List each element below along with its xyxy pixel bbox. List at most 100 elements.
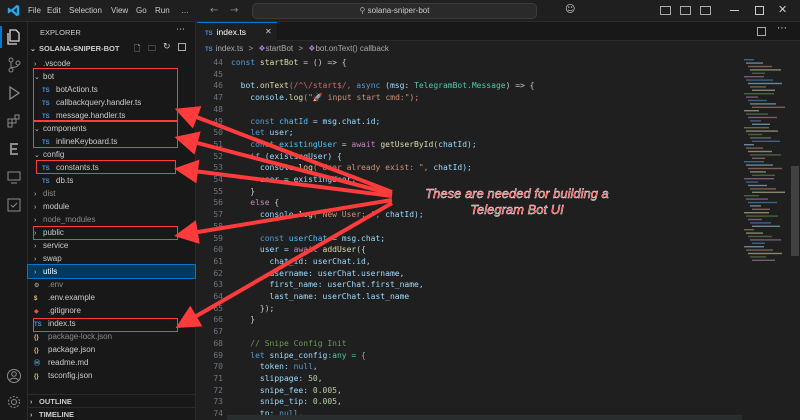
minimap-line xyxy=(746,164,773,166)
tree-item-label: db.ts xyxy=(56,176,74,185)
minimap-line xyxy=(746,62,763,64)
tree-file[interactable]: TS callbackquery.handler.ts xyxy=(28,96,195,109)
breadcrumb-file[interactable]: index.ts xyxy=(216,44,244,53)
tree-file[interactable]: {} tsconfig.json xyxy=(28,369,195,382)
close-icon[interactable]: ✕ xyxy=(778,3,787,16)
tree-folder[interactable]: › dist xyxy=(28,187,195,200)
tree-file[interactable]: ⚙ .env xyxy=(28,278,195,291)
tree-folder[interactable]: › .vscode xyxy=(28,57,195,70)
settings-gear-icon[interactable] xyxy=(6,394,22,410)
tree-file[interactable]: ◆ .gitignore xyxy=(28,304,195,317)
current-line-highlight xyxy=(227,415,742,420)
tree-folder[interactable]: › utils xyxy=(27,264,196,279)
minimap-line xyxy=(746,147,763,149)
code-token: = msg.chat; xyxy=(327,233,386,243)
ts-file-icon: TS xyxy=(205,31,213,37)
scrollbar-thumb[interactable] xyxy=(791,166,799,256)
minimap-line xyxy=(746,198,768,200)
code-token: let xyxy=(231,128,270,138)
tree-file[interactable]: {} package.json xyxy=(28,343,195,356)
breadcrumb-item-startbot[interactable]: startBot xyxy=(266,44,294,53)
collapse-all-icon[interactable] xyxy=(178,43,186,51)
layout-secondary-icon[interactable] xyxy=(700,6,711,15)
tree-folder[interactable]: ⌄ bot xyxy=(28,70,195,83)
minimize-icon[interactable] xyxy=(730,10,739,11)
explorer-more-icon[interactable]: ⋯ xyxy=(176,25,185,35)
tree-folder[interactable]: › public xyxy=(28,226,195,239)
tree-file[interactable]: TS db.ts xyxy=(28,174,195,187)
refresh-icon[interactable]: ↻ xyxy=(163,42,171,52)
account-icon[interactable] xyxy=(6,368,22,384)
tree-file[interactable]: Ⓜreadme.md xyxy=(28,356,195,369)
run-debug-icon[interactable] xyxy=(6,85,22,101)
explorer-icon[interactable] xyxy=(6,29,22,45)
code-token: } xyxy=(231,315,256,325)
minimap-line xyxy=(746,79,773,81)
menu-go[interactable]: Go xyxy=(136,0,147,22)
layout-panel-icon[interactable] xyxy=(680,6,691,15)
timeline-section[interactable]: › TIMELINE xyxy=(28,407,195,420)
vertical-scrollbar[interactable] xyxy=(790,56,800,420)
minimap-line xyxy=(750,222,771,224)
code-token: log xyxy=(298,163,313,173)
tree-folder[interactable]: ⌄ config xyxy=(28,148,195,161)
tree-file[interactable]: TS index.ts xyxy=(28,317,195,330)
line-number: 53 xyxy=(213,163,223,173)
tree-folder[interactable]: › swap xyxy=(28,252,195,265)
tree-folder[interactable]: ⌄ components xyxy=(28,122,195,135)
tree-item-label: index.ts xyxy=(48,319,76,328)
code-token: (/^\/start$/, xyxy=(288,81,357,91)
editor-more-icon[interactable]: ⋯ xyxy=(777,23,787,34)
accounts-e-icon[interactable] xyxy=(6,141,22,157)
menu-edit[interactable]: Edit xyxy=(47,0,61,22)
tree-file[interactable]: TS botAction.ts xyxy=(28,83,195,96)
extensions-icon[interactable] xyxy=(6,113,22,129)
minimap-line xyxy=(748,65,772,68)
activity-bar xyxy=(0,22,28,420)
copilot-icon[interactable]: ☺ xyxy=(565,4,575,15)
line-number: 66 xyxy=(213,315,223,325)
tree-folder[interactable]: › node_modules xyxy=(28,213,195,226)
nav-back-icon[interactable]: ← xyxy=(210,5,218,16)
code-token: chatId xyxy=(279,116,309,126)
code-line: const chatId = msg.chat.id; xyxy=(231,117,380,126)
new-file-icon[interactable]: 🗋 xyxy=(134,43,140,57)
line-number: 51 xyxy=(213,139,223,149)
tree-folder[interactable]: › service xyxy=(28,239,195,252)
tree-file[interactable]: $ .env.example xyxy=(28,291,195,304)
code-token: = msg.chat.id; xyxy=(308,116,381,126)
tree-file[interactable]: TS message.handler.ts xyxy=(28,109,195,122)
code-line: // Snipe Config Init xyxy=(231,339,346,348)
tab-index-ts[interactable]: TS index.ts ✕ xyxy=(197,22,277,41)
minimap[interactable] xyxy=(742,56,788,420)
maximize-icon[interactable] xyxy=(755,6,764,15)
testing-icon[interactable] xyxy=(6,197,22,213)
tree-folder[interactable]: › module xyxy=(28,200,195,213)
menu-view[interactable]: View xyxy=(111,0,128,22)
minimap-line xyxy=(750,171,766,173)
menu-more[interactable]: … xyxy=(181,0,189,22)
code-token: userChat xyxy=(288,233,328,243)
minimap-line xyxy=(744,178,774,180)
remote-explorer-icon[interactable] xyxy=(6,169,22,185)
tab-close-icon[interactable]: ✕ xyxy=(265,23,272,41)
tree-file[interactable]: TS constants.ts xyxy=(28,161,195,174)
source-control-icon[interactable] xyxy=(6,57,22,73)
layout-sidebar-icon[interactable] xyxy=(660,6,671,15)
code-token: = () => { xyxy=(298,58,347,67)
code-line: console.log("User already exist: ", chat… xyxy=(231,163,472,172)
tree-file[interactable]: {} package-lock.json xyxy=(28,330,195,343)
split-editor-icon[interactable] xyxy=(757,27,766,36)
menu-file[interactable]: File xyxy=(28,0,41,22)
nav-forward-icon[interactable]: → xyxy=(230,5,238,16)
breadcrumb-item-callback[interactable]: bot.onText() callback xyxy=(315,44,388,53)
outline-section[interactable]: › OUTLINE xyxy=(28,394,195,407)
code-token: slippage: xyxy=(231,373,309,383)
project-name: SOLANA-SNIPER-BOT xyxy=(39,44,120,53)
tree-file[interactable]: TS inlineKeyboard.ts xyxy=(28,135,195,148)
new-folder-icon[interactable]: 🗀 xyxy=(148,43,156,57)
tree-item-label: .gitignore xyxy=(48,306,81,315)
menu-run[interactable]: Run xyxy=(155,0,170,22)
menu-selection[interactable]: Selection xyxy=(69,0,102,22)
command-center-search[interactable]: ⚲ solana-sniper-bot xyxy=(252,3,537,19)
